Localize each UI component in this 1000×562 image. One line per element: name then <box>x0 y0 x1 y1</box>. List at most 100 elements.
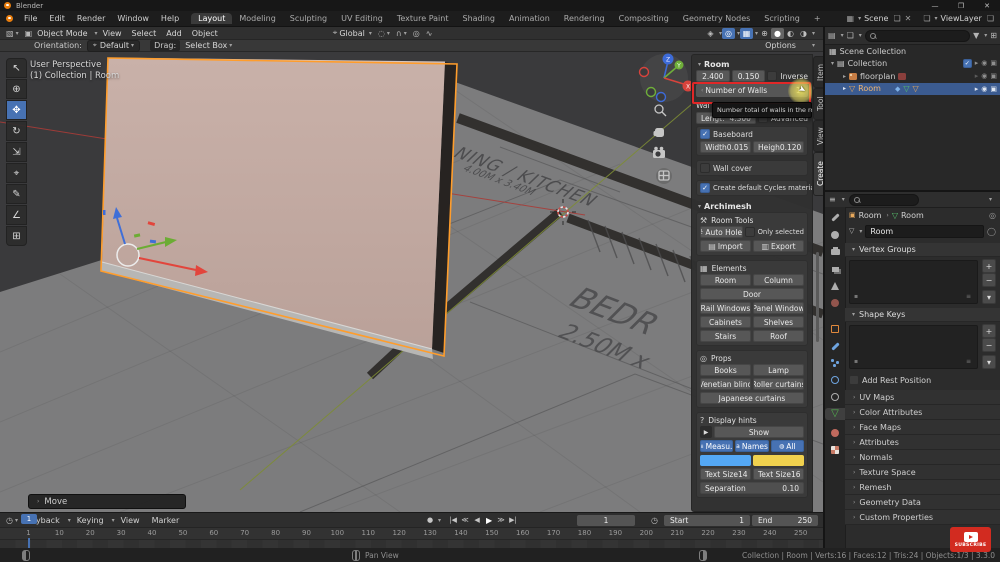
baseboard-checkbox[interactable]: ✓ Baseboard <box>700 129 804 139</box>
editor-divider-horizontal[interactable] <box>825 190 1000 192</box>
properties-panel-collapsed[interactable]: › Normals <box>845 450 1000 465</box>
shading-rendered-icon[interactable]: ◑ <box>797 28 810 39</box>
expand-icon[interactable]: ▸ <box>843 73 846 80</box>
rail-windows-button[interactable]: Rail Windows <box>700 302 751 314</box>
scene-caret-icon[interactable]: ▾ <box>858 15 861 22</box>
tab-particles[interactable] <box>829 357 841 369</box>
menu-marker[interactable]: Marker <box>146 516 186 525</box>
tab-modifiers[interactable] <box>829 340 841 352</box>
room-panel-header[interactable]: ▾ Room <box>696 58 808 70</box>
room-thickness-field[interactable]: 0.150 <box>731 70 766 82</box>
cabinets-button[interactable]: Cabinets <box>700 316 751 328</box>
tab-physics[interactable] <box>829 374 841 386</box>
name-field[interactable]: Room <box>865 224 985 238</box>
properties-panel-collapsed[interactable]: › Color Attributes <box>845 405 1000 420</box>
lamp-button[interactable]: Lamp <box>753 364 804 376</box>
select-box-tool[interactable]: ↖ <box>6 58 27 78</box>
shape-key-add-button[interactable]: + <box>982 324 996 338</box>
annotate-tool[interactable]: ✎ <box>6 184 27 204</box>
menu-window[interactable]: Window <box>111 14 155 23</box>
cycles-materials-checkbox[interactable]: ✓ Create default Cycles materials <box>700 183 812 193</box>
shelves-button[interactable]: Shelves <box>753 316 804 328</box>
shape-key-specials-button[interactable]: ▾ <box>982 355 996 369</box>
current-frame-indicator[interactable]: 1 <box>21 513 37 524</box>
hint-color-yellow-swatch[interactable] <box>753 454 804 466</box>
workspace-tab-modeling[interactable]: Modeling <box>232 13 282 24</box>
jump-to-end-button[interactable]: ▶| <box>507 516 519 524</box>
play-icon[interactable]: ▶ <box>700 426 712 438</box>
roof-button[interactable]: Roof <box>753 330 804 342</box>
expand-icon[interactable]: ▸ <box>843 85 846 92</box>
properties-panel-collapsed[interactable]: › UV Maps <box>845 390 1000 405</box>
vertex-groups-list[interactable]: ▪ ≡ <box>849 260 978 304</box>
transform-orientation-dropdown[interactable]: Global <box>337 29 367 38</box>
render-visibility-icon[interactable]: ▣ <box>990 85 997 93</box>
panel-window-button[interactable]: Panel Window <box>753 302 804 314</box>
proportional-editing-icon[interactable]: ◎ <box>413 29 420 38</box>
tab-constraints[interactable] <box>829 391 841 403</box>
frame-start-field[interactable]: Start 1 <box>664 514 750 526</box>
tab-world[interactable] <box>829 297 841 309</box>
overlays-toggle-icon[interactable]: ◎ <box>721 27 735 39</box>
blender-menu-icon[interactable] <box>6 15 13 22</box>
new-collection-icon[interactable]: ⊞ <box>990 31 997 40</box>
menu-edit[interactable]: Edit <box>43 14 71 23</box>
drag-mode-dropdown[interactable]: Select Box <box>185 41 227 50</box>
vertex-group-specials-button[interactable]: ▾ <box>982 290 996 304</box>
outliner-row-collection[interactable]: ▾ ▤ Collection ✓ ▸ ◉ ▣ <box>825 58 1000 71</box>
text-size-field-b[interactable]: Text Size 16 <box>753 468 804 480</box>
render-visibility-icon[interactable]: ▣ <box>990 72 997 80</box>
workspace-tab-texture-paint[interactable]: Texture Paint <box>390 13 456 24</box>
timeline-editor-icon[interactable]: ◷ <box>6 516 13 525</box>
menu-object[interactable]: Object <box>187 29 223 38</box>
properties-panel-collapsed[interactable]: › Geometry Data <box>845 495 1000 510</box>
menu-select[interactable]: Select <box>127 29 162 38</box>
auto-holes-button[interactable]: # Auto Holes <box>700 226 743 238</box>
eye-icon[interactable]: ◉ <box>981 85 987 93</box>
selectable-icon[interactable]: ▸ <box>975 85 979 93</box>
workspace-tab-geometry-nodes[interactable]: Geometry Nodes <box>676 13 757 24</box>
properties-options-caret[interactable]: ▾ <box>989 196 992 203</box>
scale-tool[interactable]: ⇲ <box>6 142 27 162</box>
collection-checkbox[interactable]: ✓ <box>962 59 972 69</box>
text-size-field-a[interactable]: Text Size 14 <box>700 468 751 480</box>
menu-file[interactable]: File <box>18 14 43 23</box>
expand-icon[interactable]: ▾ <box>831 60 834 67</box>
timeline-ruler[interactable]: 1 10 20 30 40 50 60 70 80 90 100 110 120 130 140 150 160… <box>0 528 823 540</box>
outliner-row-room[interactable]: ▸ ▽ Room ◆ ▽ ▽ ▸ ◉ ▣ <box>825 82 1000 95</box>
outliner-display-mode-icon[interactable]: ▤ <box>828 31 836 40</box>
properties-panel-collapsed[interactable]: › Custom Properties <box>845 510 1000 525</box>
measure-hint-toggle[interactable]: ≡ Measu.. <box>700 440 734 452</box>
vertex-groups-panel-header[interactable]: ▾ Vertex Groups <box>845 243 1000 257</box>
outliner-row-scene-collection[interactable]: ▦ Scene Collection <box>825 45 1000 58</box>
move-tool[interactable]: ✥ <box>6 100 27 120</box>
properties-editor-icon[interactable]: ≡ <box>829 195 836 204</box>
options-dropdown[interactable]: Options <box>765 41 796 50</box>
outliner-row-floorplan[interactable]: ▸ floorplan ▸ ◉ ▣ <box>825 70 1000 83</box>
all-hint-toggle[interactable]: ◍ All <box>770 440 804 452</box>
render-visibility-icon[interactable]: ▣ <box>990 59 997 68</box>
hint-color-blue-swatch[interactable] <box>700 454 751 466</box>
tab-output[interactable] <box>829 246 841 258</box>
breadcrumb-data[interactable]: Room <box>901 211 924 220</box>
transform-tool[interactable]: ⌖ <box>6 163 27 183</box>
cursor-tool[interactable]: ⊕ <box>6 79 27 99</box>
menu-view[interactable]: View <box>98 29 127 38</box>
venetian-blind-button[interactable]: Venetian blind <box>700 378 751 390</box>
menu-render[interactable]: Render <box>71 14 111 23</box>
workspace-tab-compositing[interactable]: Compositing <box>612 13 676 24</box>
show-gizmo-icon[interactable]: ◈ <box>704 28 717 39</box>
room-height-field[interactable]: 2.400 <box>696 70 730 82</box>
properties-panel-collapsed[interactable]: › Texture Space <box>845 465 1000 480</box>
only-selected-checkbox[interactable]: Only selected <box>744 227 804 237</box>
operator-panel[interactable]: › Move <box>28 494 186 509</box>
tab-object[interactable] <box>829 323 841 335</box>
measure-tool[interactable]: ∠ <box>6 205 27 225</box>
workspace-tab-uv-editing[interactable]: UV Editing <box>334 13 390 24</box>
current-frame-field[interactable]: 1 <box>577 514 636 526</box>
npanel-tab-item[interactable]: Item <box>813 56 823 88</box>
scene-copy-icon[interactable]: ❏ <box>893 14 900 23</box>
selectable-icon[interactable]: ▸ <box>975 72 979 80</box>
pin-icon[interactable]: ◎ <box>989 211 996 220</box>
npanel-tab-create[interactable]: Create <box>813 152 823 196</box>
